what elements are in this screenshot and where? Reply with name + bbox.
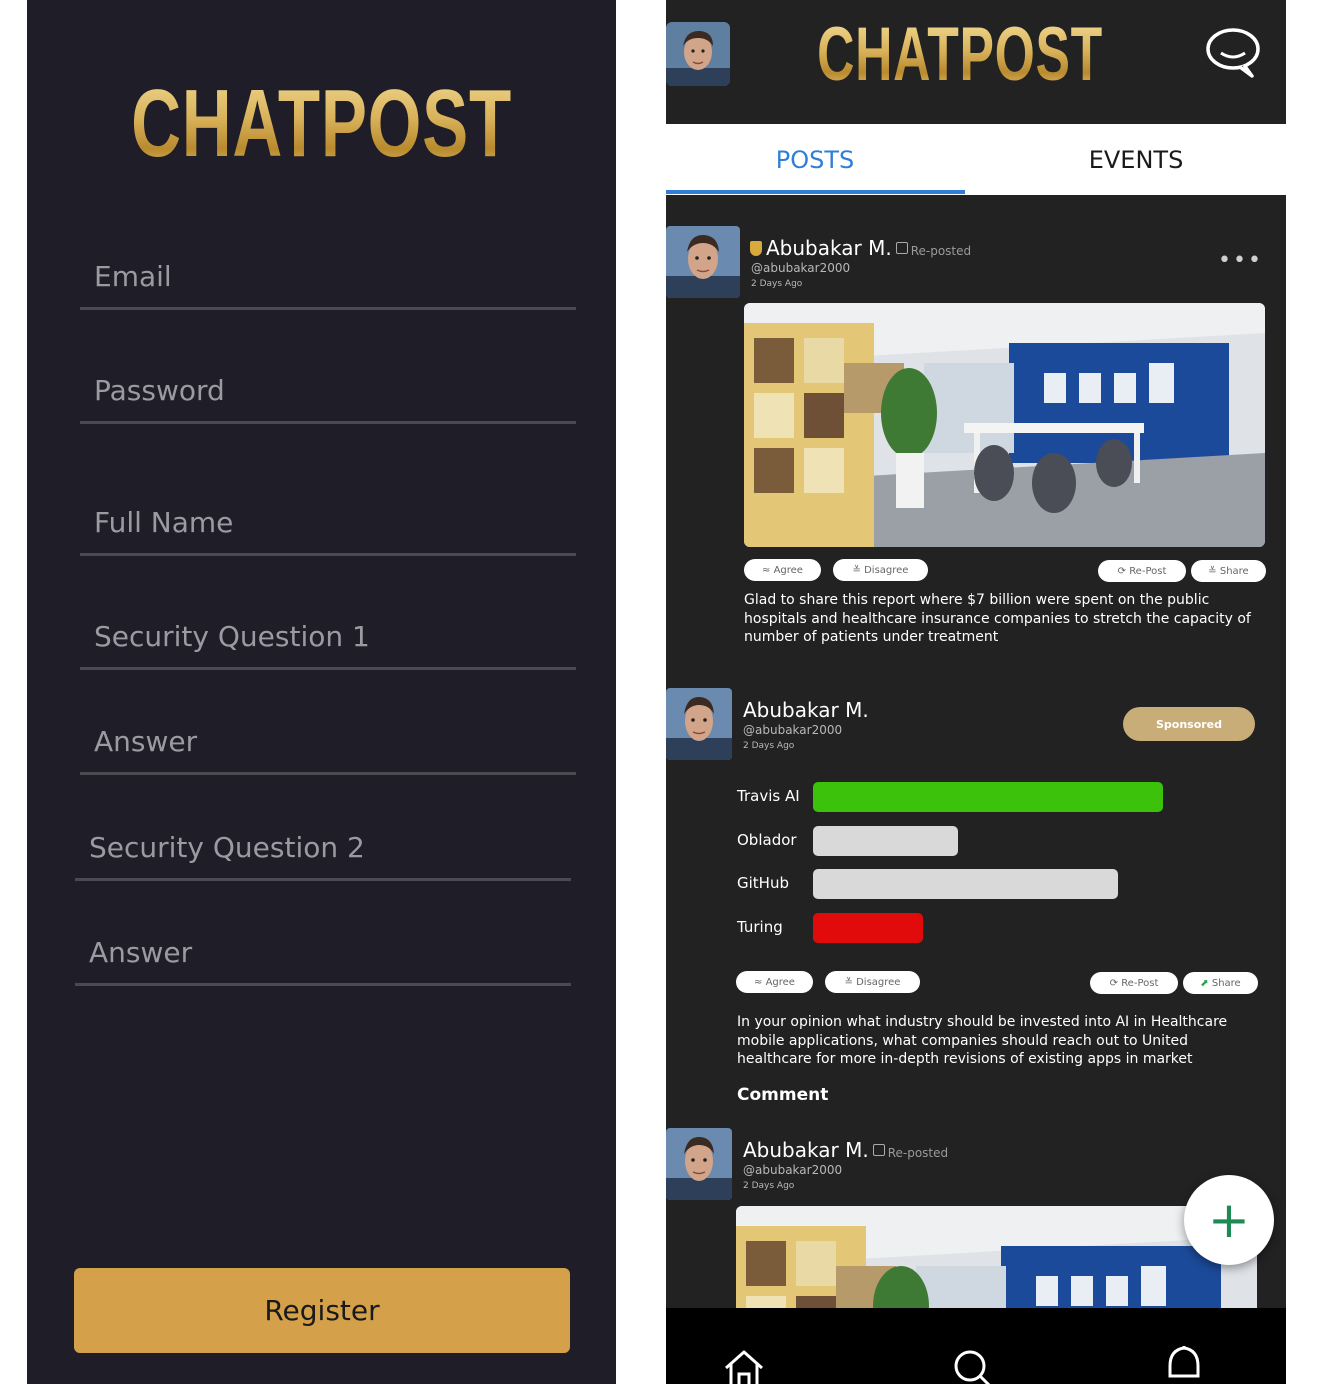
full-name-placeholder: Full Name bbox=[94, 506, 234, 539]
poll-option-label: Turing bbox=[737, 918, 783, 936]
reposted-tag: Re-posted bbox=[887, 1146, 949, 1160]
security-question-2-field[interactable]: Security Question 2 bbox=[75, 825, 571, 881]
repost-icon bbox=[895, 242, 908, 254]
active-tab-indicator bbox=[666, 190, 965, 194]
comment-button[interactable]: Comment bbox=[737, 1085, 828, 1105]
disagree-icon: ≚ bbox=[844, 976, 857, 988]
author-handle: @abubakar2000 bbox=[743, 1163, 843, 1177]
bell-icon[interactable] bbox=[1162, 1346, 1206, 1384]
post-text: In your opinion what industry should be … bbox=[737, 1014, 1228, 1067]
author-handle: @abubakar2000 bbox=[743, 723, 843, 737]
poll-option-bar[interactable] bbox=[813, 869, 1118, 899]
security-question-2-placeholder: Security Question 2 bbox=[89, 831, 365, 864]
author-name: Abubakar M. bbox=[743, 1138, 869, 1162]
shield-badge-icon bbox=[750, 241, 762, 256]
answer-2-field[interactable]: Answer bbox=[75, 930, 571, 986]
email-field[interactable]: Email bbox=[80, 254, 576, 310]
poll-option-bar[interactable] bbox=[813, 913, 923, 943]
post-text: Glad to share this report where $7 billi… bbox=[744, 592, 1251, 645]
feed-screen: CHATPOST POSTS EVENTS Abubakar M. Re-post… bbox=[666, 0, 1286, 1384]
share-icon: ≚ bbox=[1208, 565, 1220, 577]
repost-cycle-icon: ⟳ bbox=[1109, 977, 1122, 989]
repost-label: Re-Post bbox=[1129, 565, 1167, 577]
answer-1-placeholder: Answer bbox=[94, 725, 198, 758]
security-question-1-field[interactable]: Security Question 1 bbox=[80, 614, 576, 670]
author-name[interactable]: Abubakar M. bbox=[743, 698, 869, 722]
reposted-tag: Re-posted bbox=[910, 244, 972, 258]
agree-label: Agree bbox=[773, 564, 803, 576]
answer-2-placeholder: Answer bbox=[89, 936, 193, 969]
search-icon[interactable] bbox=[950, 1348, 994, 1384]
email-placeholder: Email bbox=[94, 260, 172, 293]
repost-button[interactable]: ⟳ Re-Post bbox=[1098, 560, 1186, 582]
tab-events[interactable]: EVENTS bbox=[976, 124, 1286, 195]
disagree-label: Disagree bbox=[864, 564, 909, 576]
disagree-label: Disagree bbox=[856, 976, 901, 988]
home-icon[interactable] bbox=[722, 1348, 766, 1384]
post-time: 2 Days Ago bbox=[743, 1181, 795, 1191]
agree-icon: ≈ bbox=[754, 976, 766, 988]
sponsored-badge: Sponsored bbox=[1123, 707, 1255, 741]
password-field[interactable]: Password bbox=[80, 368, 576, 424]
share-label: Share bbox=[1211, 977, 1241, 989]
share-label: Share bbox=[1219, 565, 1249, 577]
register-button[interactable]: Register bbox=[74, 1268, 570, 1353]
agree-label: Agree bbox=[765, 976, 795, 988]
post-image[interactable] bbox=[736, 1206, 1257, 1316]
bottom-nav bbox=[666, 1308, 1286, 1384]
poll-option-bar[interactable] bbox=[813, 826, 958, 856]
share-button[interactable]: ⬈ Share bbox=[1183, 972, 1258, 994]
avatar[interactable] bbox=[666, 226, 740, 298]
repost-icon bbox=[872, 1144, 885, 1156]
tab-bar: POSTS EVENTS bbox=[666, 124, 1286, 195]
password-placeholder: Password bbox=[94, 374, 225, 407]
poll-option-label: Travis AI bbox=[737, 787, 800, 805]
profile-avatar[interactable] bbox=[666, 22, 730, 86]
poll-option-label: Oblador bbox=[737, 831, 797, 849]
app-logo: CHATPOST bbox=[109, 62, 533, 186]
agree-icon: ≈ bbox=[762, 564, 774, 576]
create-post-button[interactable]: + bbox=[1184, 1175, 1274, 1265]
top-bar: CHATPOST bbox=[666, 0, 1286, 124]
post-author[interactable]: Abubakar M. Re-posted bbox=[750, 236, 971, 260]
chat-bubble-icon[interactable] bbox=[1204, 26, 1262, 80]
post-time: 2 Days Ago bbox=[743, 741, 795, 751]
poll-option-label: GitHub bbox=[737, 874, 789, 892]
security-question-1-placeholder: Security Question 1 bbox=[94, 620, 370, 653]
post-image[interactable] bbox=[744, 303, 1265, 547]
share-icon: ⬈ bbox=[1200, 977, 1212, 989]
avatar[interactable] bbox=[666, 688, 732, 760]
register-screen: CHATPOST Email Password Full Name Securi… bbox=[27, 0, 616, 1384]
share-button[interactable]: ≚ Share bbox=[1191, 560, 1266, 582]
full-name-field[interactable]: Full Name bbox=[80, 500, 576, 556]
repost-label: Re-Post bbox=[1121, 977, 1159, 989]
disagree-icon: ≚ bbox=[852, 564, 865, 576]
poll-option-bar[interactable] bbox=[813, 782, 1163, 812]
repost-button[interactable]: ⟳ Re-Post bbox=[1090, 972, 1178, 994]
post-author[interactable]: Abubakar M. Re-posted bbox=[743, 1138, 948, 1162]
author-handle: @abubakar2000 bbox=[751, 261, 851, 275]
post-time: 2 Days Ago bbox=[751, 279, 803, 289]
author-name: Abubakar M. bbox=[766, 236, 892, 260]
answer-1-field[interactable]: Answer bbox=[80, 719, 576, 775]
avatar[interactable] bbox=[666, 1128, 732, 1200]
app-logo: CHATPOST bbox=[760, 12, 1160, 98]
disagree-button[interactable]: ≚ Disagree bbox=[833, 559, 928, 581]
disagree-button[interactable]: ≚ Disagree bbox=[825, 971, 920, 993]
more-options-icon[interactable]: ••• bbox=[1218, 248, 1263, 273]
agree-button[interactable]: ≈ Agree bbox=[744, 559, 821, 581]
tab-posts[interactable]: POSTS bbox=[666, 124, 964, 195]
agree-button[interactable]: ≈ Agree bbox=[736, 971, 813, 993]
repost-cycle-icon: ⟳ bbox=[1117, 565, 1130, 577]
